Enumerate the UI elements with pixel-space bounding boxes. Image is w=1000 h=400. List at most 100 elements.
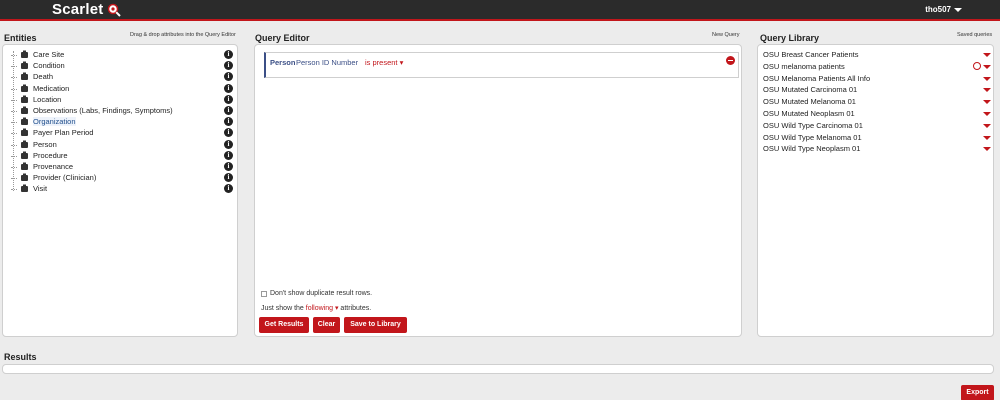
entity-item[interactable]: Provider (Clinician) i (11, 173, 233, 184)
chevron-down-icon[interactable] (983, 76, 991, 81)
entities-title: Entities (4, 33, 37, 43)
entity-item[interactable]: Condition i (11, 61, 233, 72)
medication-icon (20, 84, 29, 93)
tree-branch (11, 77, 17, 79)
chevron-down-icon[interactable] (983, 135, 991, 140)
saved-query-item[interactable]: OSU melanoma patients (763, 61, 991, 73)
entity-item[interactable]: Observations (Labs, Findings, Symptoms) i (11, 106, 233, 117)
info-icon[interactable]: i (224, 61, 233, 71)
info-icon[interactable]: i (224, 117, 233, 127)
hospital-icon (20, 50, 29, 59)
info-icon[interactable]: i (224, 72, 233, 82)
attribute-filter-line: Just show the following ▾ attributes. (261, 304, 371, 312)
top-navbar: Scarlet tho507 (0, 0, 1000, 21)
entity-label: Provider (Clinician) (33, 173, 97, 183)
entity-label: Location (33, 94, 62, 104)
tree-branch (11, 144, 17, 146)
tree-branch (11, 66, 17, 68)
saved-query-item[interactable]: OSU Mutated Carcinoma 01 (763, 85, 991, 96)
show-suffix: attributes. (340, 305, 372, 312)
get-results-button[interactable]: Get Results (259, 317, 309, 333)
new-query-link[interactable]: New Query (712, 32, 740, 38)
info-icon[interactable]: i (224, 173, 233, 183)
chevron-down-icon[interactable] (983, 100, 991, 105)
entity-item[interactable]: Person i (11, 139, 233, 151)
clear-button[interactable]: Clear (313, 317, 340, 333)
saved-query-item[interactable]: OSU Mutated Neoplasm 01 (763, 109, 991, 120)
chevron-down-icon[interactable] (983, 64, 991, 69)
info-icon[interactable]: i (224, 106, 233, 115)
entity-item[interactable]: Medication i (11, 83, 233, 95)
info-icon[interactable]: i (224, 139, 233, 149)
no-duplicates-label: Don't show duplicate result rows. (270, 290, 373, 297)
query-editor-panel: Person Person ID Number is present ▾ Don… (254, 44, 742, 337)
chevron-down-icon[interactable] (983, 112, 991, 116)
tree-branch (11, 133, 17, 135)
saved-query-label: OSU Wild Type Carcinoma 01 (763, 120, 863, 130)
organization-icon (20, 117, 29, 126)
saved-query-item[interactable]: OSU Wild Type Neoplasm 01 (763, 144, 991, 155)
payer-icon (20, 128, 29, 137)
entity-label: Visit (33, 184, 48, 194)
folder-icon (20, 162, 29, 171)
entity-label: Person (33, 139, 57, 149)
person-icon (20, 140, 29, 149)
saved-query-item[interactable]: OSU Wild Type Melanoma 01 (763, 133, 991, 144)
entity-item[interactable]: Payer Plan Period i (11, 128, 233, 139)
saved-query-item[interactable]: OSU Melanoma Patients All Info (763, 74, 991, 85)
entity-item[interactable]: Visit i (11, 184, 233, 195)
chevron-down-icon (954, 7, 962, 12)
calendar-icon (20, 184, 29, 193)
entity-item[interactable]: Procedure i (11, 150, 233, 162)
entity-label: Payer Plan Period (33, 128, 94, 138)
user-menu[interactable]: tho507 (925, 5, 962, 14)
remove-criterion-icon[interactable] (726, 56, 735, 65)
info-icon[interactable]: i (224, 184, 233, 194)
entity-item[interactable]: Provenance i (11, 162, 233, 173)
info-icon[interactable]: i (224, 162, 233, 171)
entity-item[interactable]: Death i (11, 72, 233, 83)
info-icon[interactable]: i (224, 50, 233, 59)
save-to-library-button[interactable]: Save to Library (344, 317, 407, 333)
criterion-attribute: Person ID Number (296, 58, 359, 67)
observation-icon (20, 106, 29, 115)
stethoscope-icon (20, 173, 29, 182)
chevron-down-icon[interactable] (983, 147, 991, 152)
info-icon[interactable]: i (224, 150, 233, 160)
show-prefix: Just show the (261, 305, 304, 312)
tree-branch (11, 122, 17, 124)
query-criterion[interactable]: Person Person ID Number is present ▾ (264, 52, 739, 78)
saved-query-label: OSU Melanoma Patients All Info (763, 73, 871, 83)
library-title: Query Library (760, 33, 820, 43)
saved-query-label: OSU melanoma patients (763, 61, 845, 71)
following-attributes-dropdown[interactable]: following ▾ (306, 305, 339, 312)
info-icon[interactable]: i (224, 128, 233, 138)
entity-label: Procedure (33, 150, 68, 160)
tree-branch (11, 111, 17, 112)
library-hint: Saved queries (957, 32, 993, 38)
saved-query-item[interactable]: OSU Wild Type Carcinoma 01 (763, 121, 991, 132)
chevron-down-icon[interactable] (983, 53, 991, 57)
chevron-down-icon[interactable] (983, 88, 991, 93)
no-duplicates-checkbox[interactable] (261, 291, 267, 297)
tree-branch (11, 55, 17, 56)
tree-branch (11, 167, 17, 168)
entity-item[interactable]: Care Site i (11, 50, 233, 61)
entity-item[interactable]: Organization i (11, 117, 233, 128)
export-button[interactable]: Export (961, 385, 994, 400)
results-area (2, 364, 994, 374)
saved-query-label: OSU Wild Type Neoplasm 01 (763, 144, 861, 154)
saved-query-item[interactable]: OSU Breast Cancer Patients (763, 50, 991, 61)
condition-icon (20, 61, 29, 70)
info-icon[interactable]: i (224, 83, 233, 93)
saved-query-label: OSU Wild Type Melanoma 01 (763, 132, 862, 142)
procedure-icon (20, 151, 29, 160)
chevron-down-icon[interactable] (983, 123, 991, 128)
saved-query-item[interactable]: OSU Mutated Melanoma 01 (763, 97, 991, 108)
results-title: Results (4, 352, 37, 362)
entity-item[interactable]: Location i (11, 94, 233, 106)
entity-label: Organization (33, 117, 76, 127)
criterion-operator-dropdown[interactable]: is present ▾ (365, 58, 403, 67)
info-icon[interactable]: i (224, 94, 233, 104)
entities-panel: Care Site i Condition i Death i Medication i Loc… (2, 44, 238, 337)
